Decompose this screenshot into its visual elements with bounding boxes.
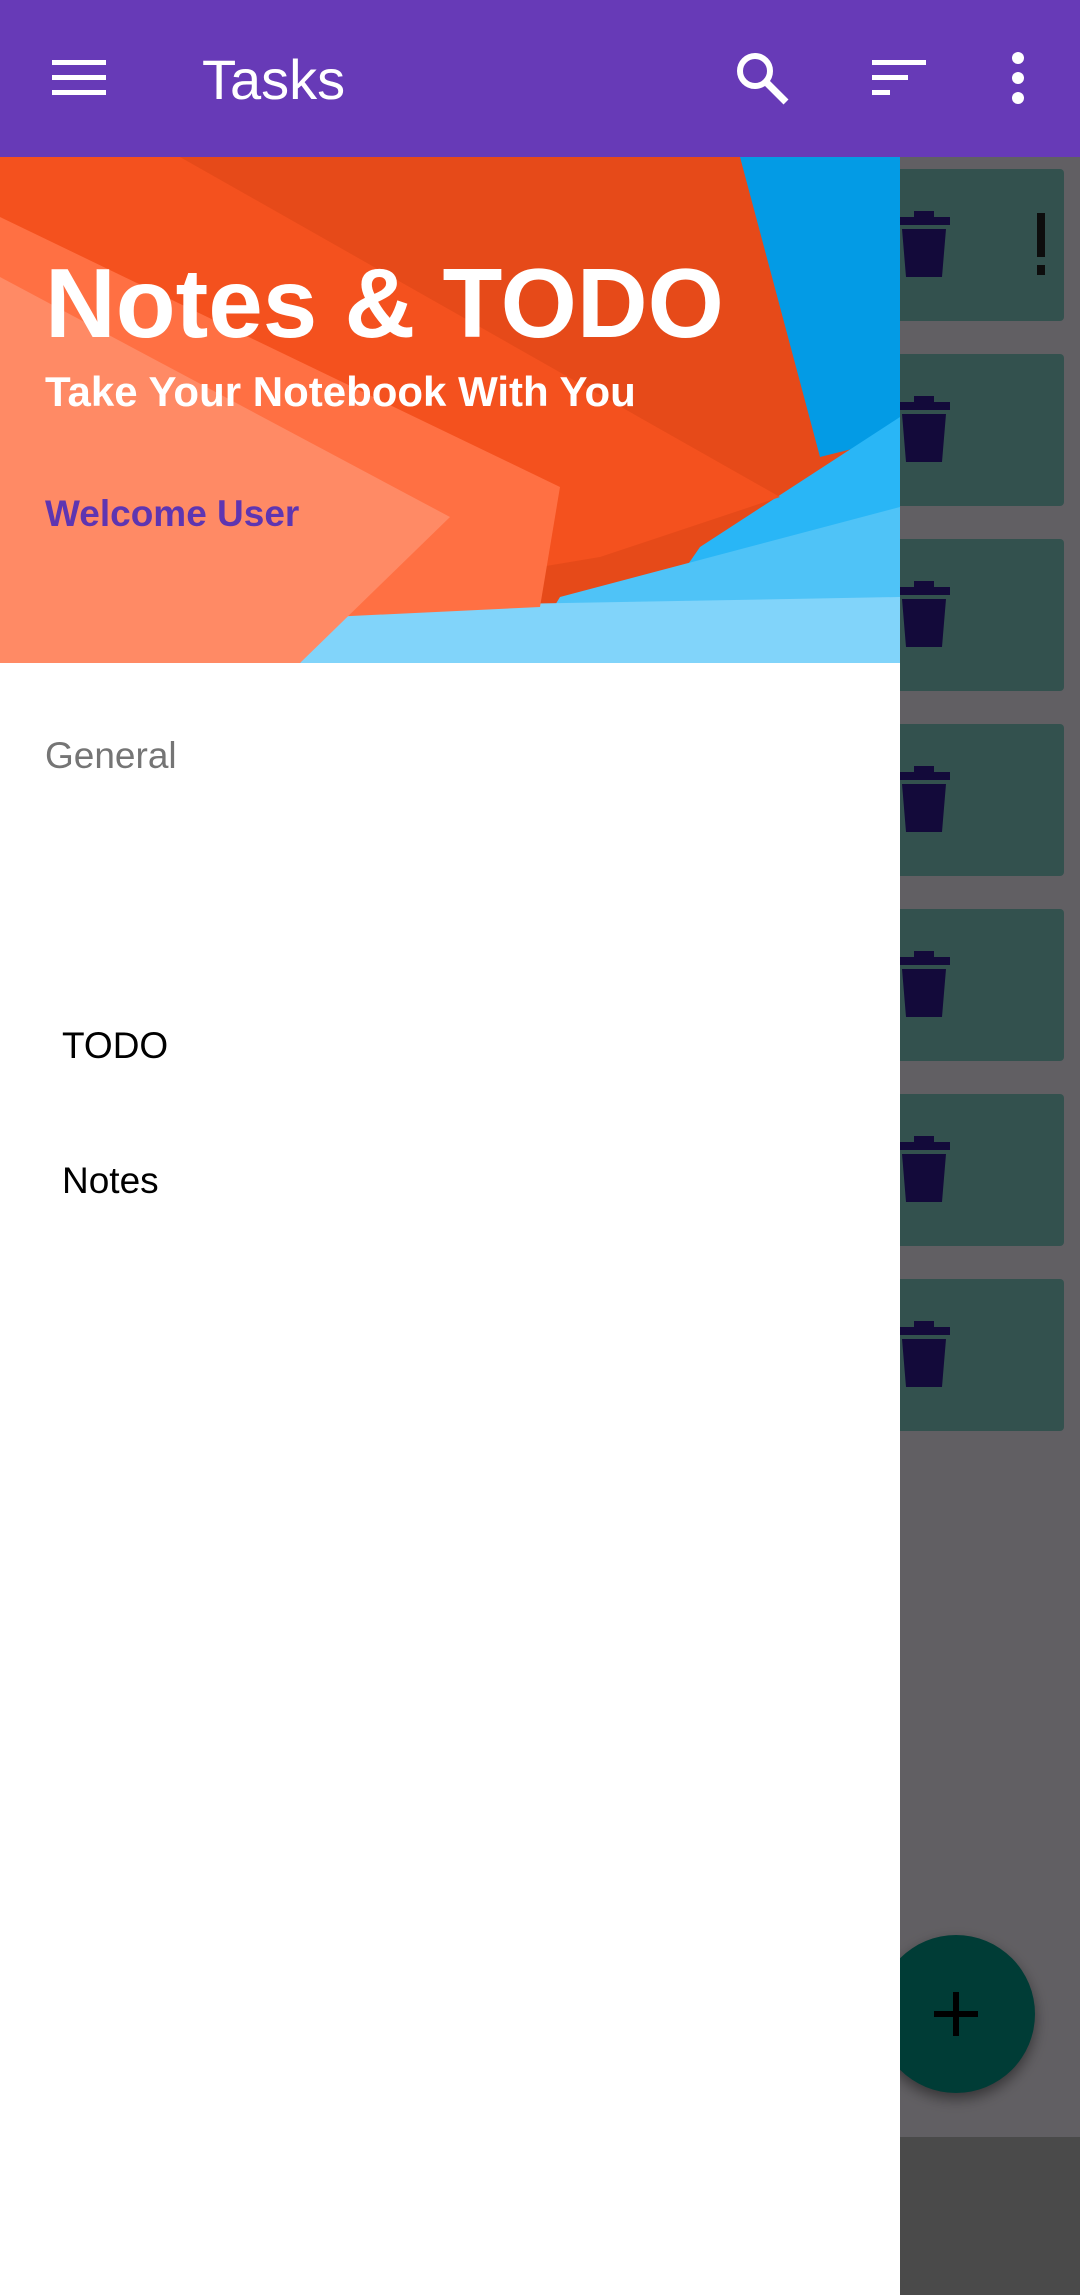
app-bar-title: Tasks — [202, 48, 346, 111]
search-icon[interactable] — [734, 50, 790, 106]
nav-item-label: TODO — [62, 1025, 169, 1066]
section-label-general: General — [45, 735, 177, 776]
drawer-header: Notes & TODO Take Your Notebook With You… — [0, 157, 900, 663]
nav-item-notes[interactable]: Notes — [0, 1122, 900, 1242]
drawer-header-title: Notes & TODO — [45, 248, 724, 358]
welcome-text: Welcome User — [45, 493, 300, 534]
nav-item-label: Notes — [62, 1160, 159, 1201]
sort-icon[interactable] — [872, 58, 926, 98]
navigation-drawer: Notes & TODO Take Your Notebook With You… — [0, 157, 900, 2295]
menu-icon[interactable] — [52, 58, 106, 98]
more-vert-icon[interactable] — [1008, 52, 1028, 104]
drawer-header-subtitle: Take Your Notebook With You — [45, 368, 636, 415]
app-bar: Tasks — [0, 0, 1080, 157]
nav-item-todo[interactable]: TODO — [0, 987, 900, 1107]
